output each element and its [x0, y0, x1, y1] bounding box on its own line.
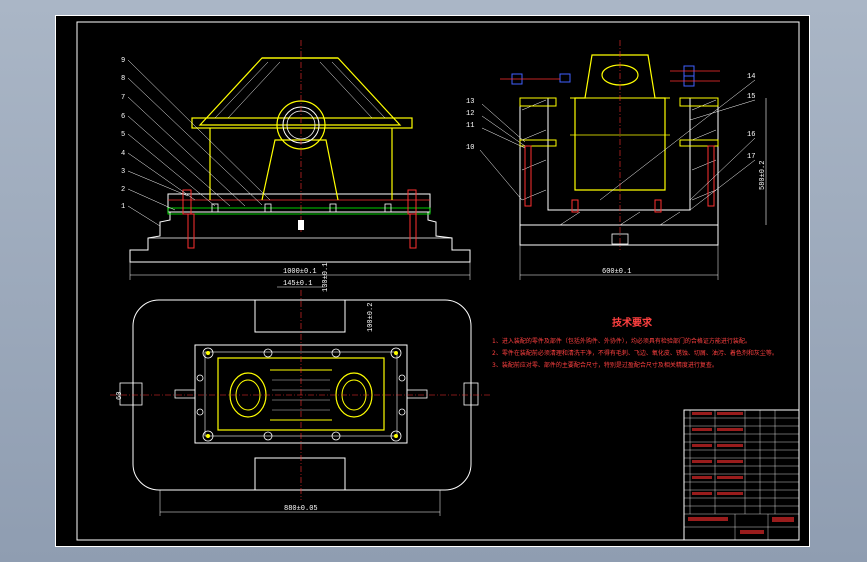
part-label: 17 [747, 153, 755, 161]
dim-side-width: 600±0.1 [602, 268, 631, 276]
note-line: 1、进入装配的零件及部件（包括外购件、外协件），均必须具有检验部门的合格证方能进… [492, 337, 751, 345]
dim-top-b: 130±0.1 [322, 263, 330, 292]
dim-side-height: 580±0.2 [759, 161, 767, 190]
technical-requirements: 技术要求 1、进入装配的零件及部件（包括外购件、外协件），均必须具有检验部门的合… [492, 316, 778, 369]
part-label: 6 [121, 113, 125, 121]
cad-drawing: 9 8 7 6 5 4 3 2 1 1000±0.1 13 12 11 10 1… [76, 21, 800, 541]
title-block [683, 409, 800, 541]
inner-border [76, 21, 800, 541]
top-view: 145±0.1 130±0.1 100±0.2 60 880±0.05 [110, 263, 490, 516]
side-base [519, 224, 719, 246]
cad-viewport[interactable]: 9 8 7 6 5 4 3 2 1 1000±0.1 13 12 11 10 1… [0, 0, 867, 562]
part-label: 2 [121, 186, 125, 194]
dim-top-c: 100±0.2 [367, 303, 375, 332]
base-plate [129, 211, 471, 263]
part-label: 4 [121, 150, 125, 158]
side-view: 13 12 11 10 14 15 16 17 600±0.1 580±0.2 [466, 40, 767, 280]
part-label: 7 [121, 94, 125, 102]
workpiece-top [198, 57, 402, 126]
dim-front-width: 1000±0.1 [283, 268, 317, 276]
part-label: 3 [121, 168, 125, 176]
front-view: 9 8 7 6 5 4 3 2 1 1000±0.1 [121, 40, 471, 280]
dim-top-a: 145±0.1 [283, 280, 312, 288]
part-label: 9 [121, 57, 125, 65]
note-line: 2、零件在装配前必须清理和清洗干净，不得有毛刺、飞边、氧化皮、锈蚀、切屑、油污、… [492, 349, 778, 357]
part-label: 16 [747, 131, 755, 139]
part-label: 1 [121, 203, 125, 211]
part-label: 11 [466, 122, 474, 130]
side-frame [519, 97, 719, 226]
part-label: 5 [121, 131, 125, 139]
workpiece-flange [191, 117, 413, 129]
part-label: 12 [466, 110, 474, 118]
dim-top-slot: 60 [116, 392, 124, 400]
dim-top-width: 880±0.05 [284, 505, 318, 513]
part-label: 13 [466, 98, 474, 106]
part-label: 10 [466, 144, 474, 152]
part-label: 8 [121, 75, 125, 83]
part-label: 14 [747, 73, 755, 81]
notes-title: 技术要求 [612, 316, 653, 329]
part-label: 15 [747, 93, 755, 101]
note-line: 3、装配前应对零、部件的主要配合尺寸，特别是过盈配合尺寸及相关精度进行复查。 [492, 361, 718, 369]
